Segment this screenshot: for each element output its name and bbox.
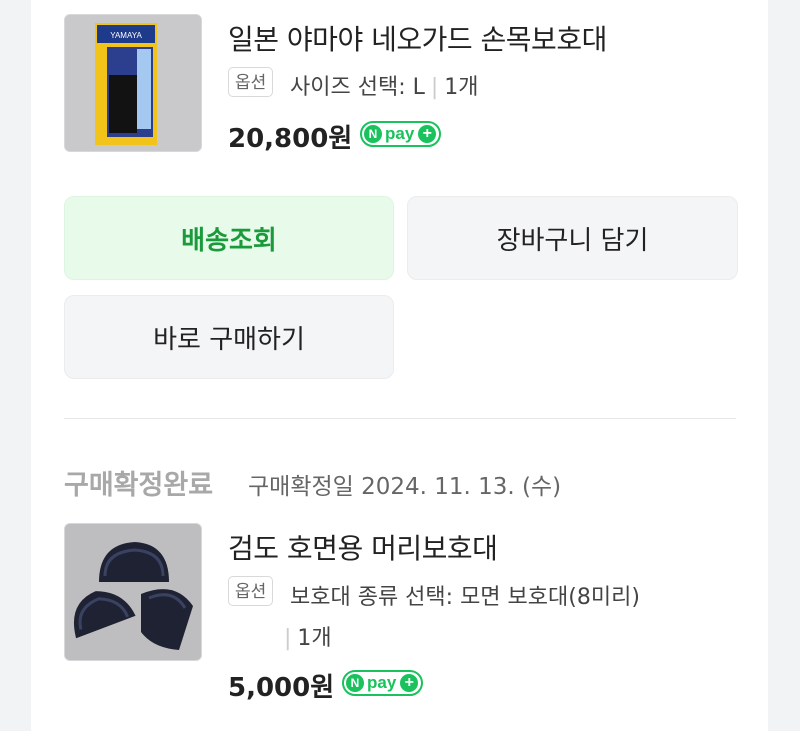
- npay-n-icon: N: [346, 674, 364, 692]
- option-tag: 옵션: [228, 576, 274, 606]
- npay-text: pay: [367, 673, 397, 692]
- npay-text: pay: [385, 124, 415, 143]
- plus-icon: +: [400, 674, 419, 692]
- order-divider: [64, 418, 736, 419]
- quantity-text: 1개: [444, 75, 479, 100]
- product-title[interactable]: 일본 야마야 네오가드 손목보호대: [228, 18, 607, 58]
- price: 5,000원: [228, 673, 335, 703]
- add-to-cart-button[interactable]: 장바구니 담기: [407, 196, 738, 280]
- track-delivery-button[interactable]: 배송조회: [64, 196, 394, 280]
- npay-n-icon: N: [364, 125, 382, 143]
- option-text-row: 사이즈 선택: L | 1개: [290, 69, 479, 101]
- confirm-date: 구매확정일 2024. 11. 13. (수): [248, 474, 562, 500]
- buy-now-button[interactable]: 바로 구매하기: [64, 295, 394, 379]
- price: 20,800원: [228, 124, 353, 154]
- product-thumbnail-head-guard[interactable]: [64, 523, 202, 661]
- order-status: 구매확정완료: [64, 470, 214, 501]
- option-divider: |: [284, 626, 292, 651]
- npay-plus-badge: N pay +: [360, 121, 442, 147]
- head-guard-image: [65, 524, 201, 660]
- option-text: 사이즈 선택: L: [290, 75, 425, 100]
- quantity-row: | 1개: [284, 620, 332, 652]
- option-divider: |: [430, 75, 439, 100]
- npay-plus-badge: N pay +: [342, 670, 424, 696]
- option-tag: 옵션: [228, 67, 274, 97]
- thumb-brand-text: YAMAYA: [110, 31, 142, 40]
- option-text: 보호대 종류 선택: 모면 보호대(8미리): [290, 585, 640, 610]
- quantity-text: 1개: [297, 626, 332, 651]
- product-thumbnail-wrist-guard[interactable]: YAMAYA: [64, 14, 202, 152]
- plus-icon: +: [418, 125, 437, 143]
- product-title[interactable]: 검도 호면용 머리보호대: [228, 527, 498, 567]
- wrist-guard-image: YAMAYA: [65, 15, 201, 151]
